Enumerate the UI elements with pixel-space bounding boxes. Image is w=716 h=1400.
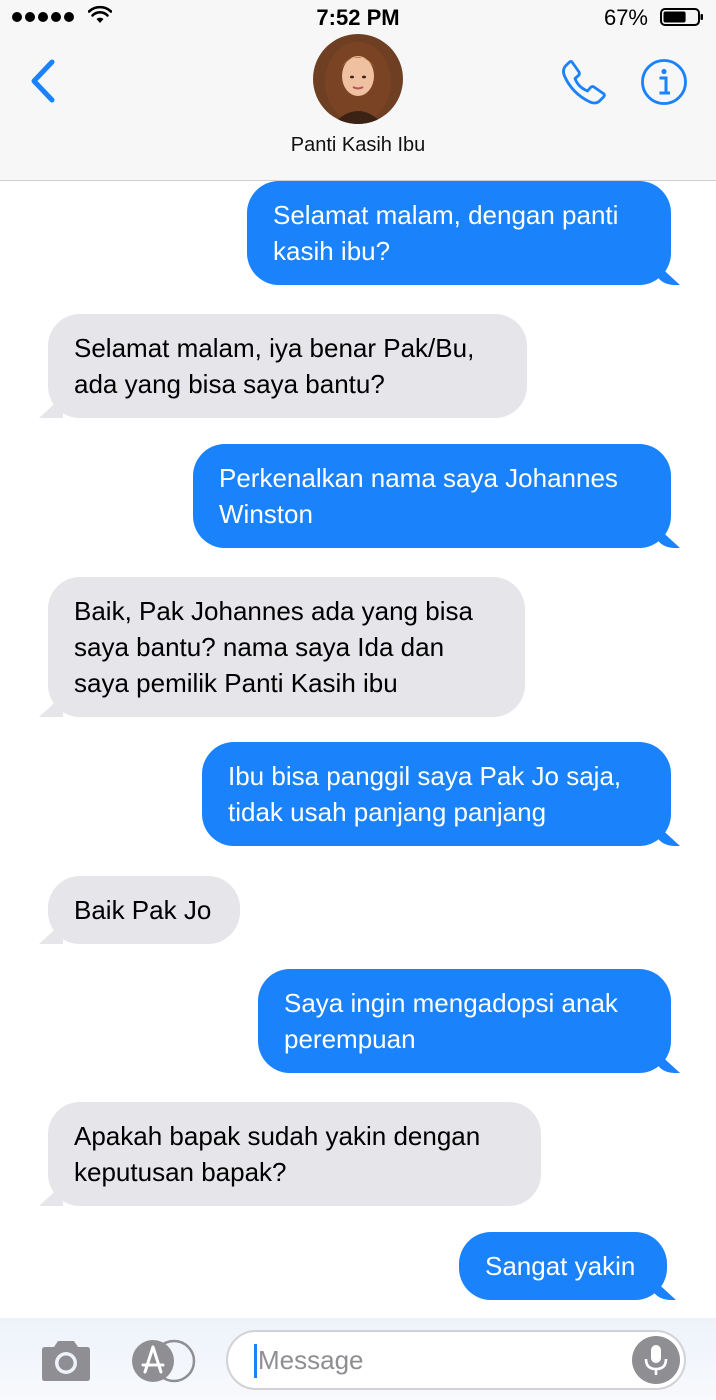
info-icon[interactable]: [640, 58, 688, 106]
message-bubble-received[interactable]: Baik Pak Jo: [48, 876, 240, 944]
message-bubble-sent[interactable]: Sangat yakin: [459, 1232, 667, 1300]
message-bubble-sent[interactable]: Perkenalkan nama saya Johannes Winston: [193, 444, 671, 548]
text-cursor: [254, 1344, 257, 1378]
status-bar: 7:52 PM 67%: [0, 0, 716, 34]
message-input[interactable]: [226, 1330, 686, 1390]
conversation-header: Panti Kasih Ibu: [0, 34, 716, 181]
avatar[interactable]: [313, 34, 403, 124]
app-store-icon[interactable]: [130, 1338, 196, 1384]
message-thread[interactable]: Selamat malam, dengan panti kasih ibu? S…: [0, 181, 716, 1318]
contact-name[interactable]: Panti Kasih Ibu: [0, 134, 716, 157]
camera-icon[interactable]: [38, 1338, 94, 1384]
compose-bar: [0, 1318, 716, 1400]
avatar-portrait-icon: [325, 42, 391, 124]
microphone-icon[interactable]: [632, 1336, 680, 1384]
battery-percent: 67%: [603, 5, 648, 30]
battery-icon: [660, 8, 703, 26]
message-bubble-sent[interactable]: Selamat malam, dengan panti kasih ibu?: [247, 181, 671, 285]
message-bubble-sent[interactable]: Saya ingin mengadopsi anak perempuan: [258, 969, 671, 1073]
back-chevron-icon[interactable]: [24, 56, 64, 106]
message-bubble-sent[interactable]: Ibu bisa panggil saya Pak Jo saja, tidak…: [202, 742, 671, 846]
message-bubble-received[interactable]: Baik, Pak Johannes ada yang bisa saya ba…: [48, 577, 525, 717]
message-bubble-received[interactable]: Apakah bapak sudah yakin dengan keputusa…: [48, 1102, 541, 1206]
message-bubble-received[interactable]: Selamat malam, iya benar Pak/Bu, ada yan…: [48, 314, 527, 418]
phone-icon[interactable]: [558, 56, 610, 108]
